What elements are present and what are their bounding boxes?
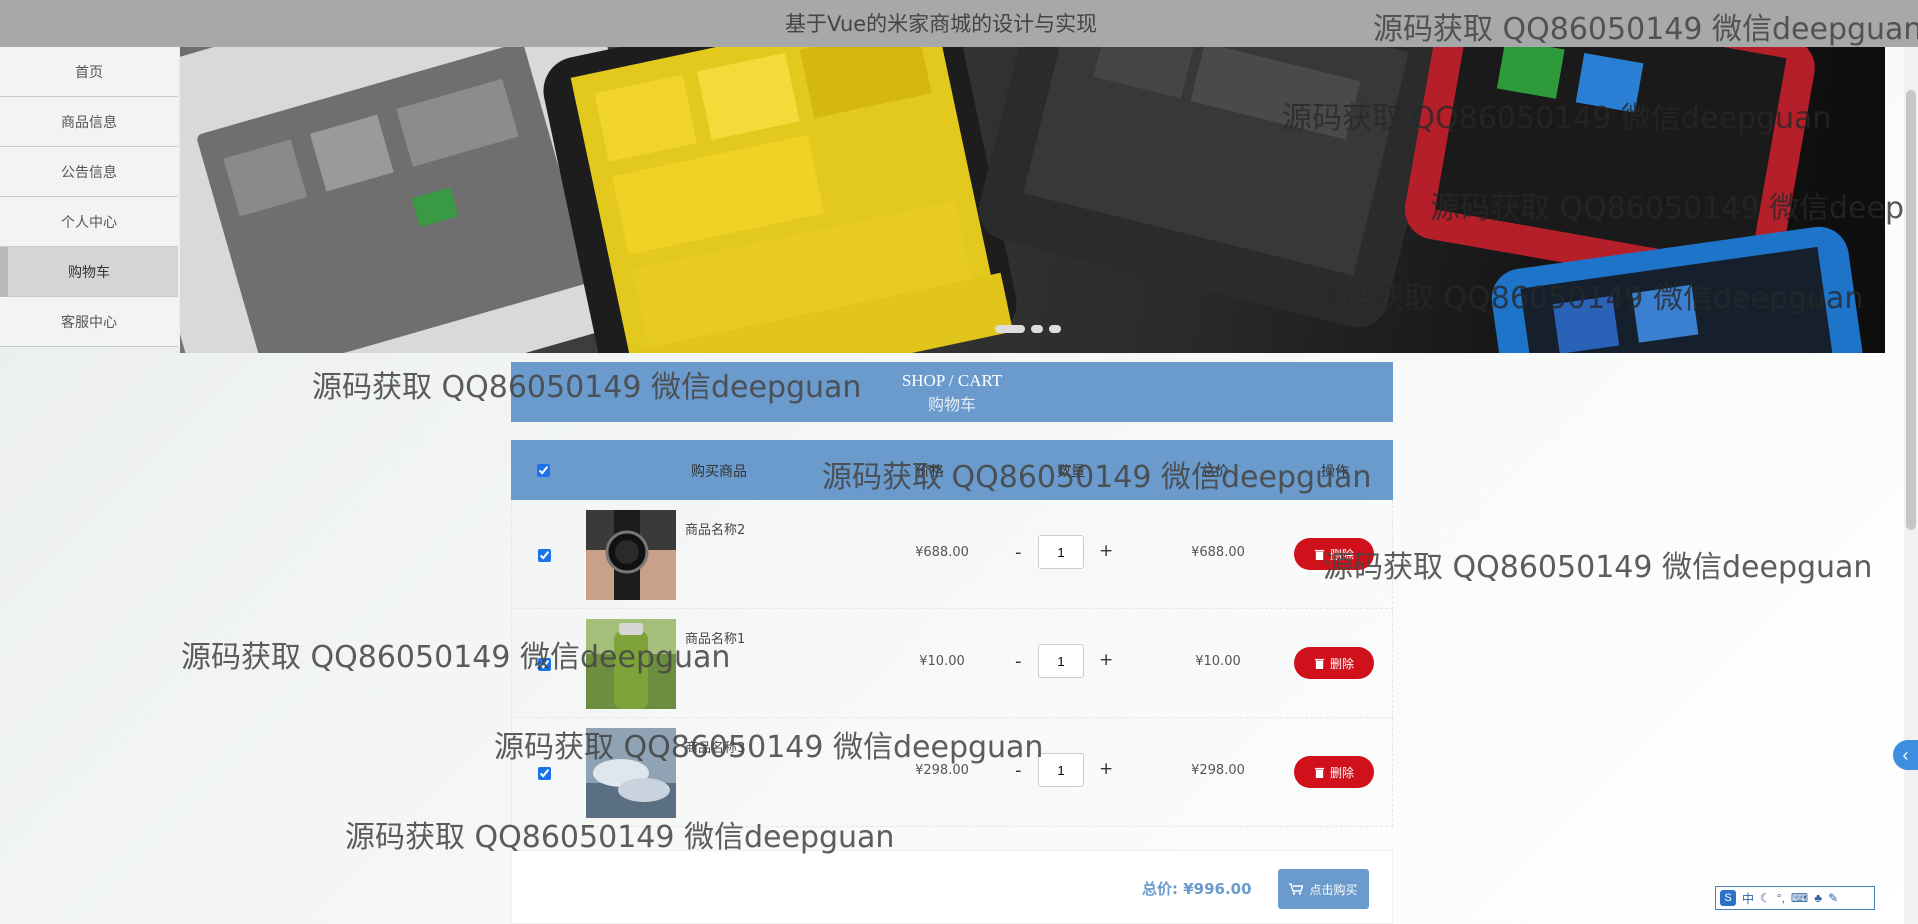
delete-label: 删除: [1329, 547, 1354, 562]
banner-carousel[interactable]: [180, 47, 1885, 353]
banner-image: [180, 47, 1872, 353]
row-checkbox[interactable]: [538, 549, 551, 562]
tool-icon[interactable]: ✎: [1828, 891, 1838, 905]
qty-input[interactable]: [1038, 535, 1084, 569]
scrollbar-thumb[interactable]: [1906, 90, 1916, 530]
row-total: ¥10.00: [1195, 654, 1241, 669]
qty-decrease-button[interactable]: -: [1015, 651, 1022, 672]
section-title-en: SHOP / CART: [901, 371, 1003, 390]
select-all-checkbox[interactable]: [537, 464, 550, 477]
col-total: 总价: [1201, 464, 1229, 480]
sidebar-item-cart[interactable]: 购物车: [0, 247, 178, 297]
qty-decrease-button[interactable]: -: [1015, 760, 1022, 781]
carousel-dot-3[interactable]: [1049, 325, 1061, 333]
delete-label: 删除: [1329, 765, 1354, 780]
product-name[interactable]: 商品名称1: [685, 628, 745, 647]
sidebar-item-announcements[interactable]: 公告信息: [0, 147, 178, 197]
row-total: ¥688.00: [1191, 545, 1245, 560]
section-header: SHOP / CART 购物车: [511, 362, 1393, 422]
cart-table-header: 购买商品 价格 数量 总价 操作: [511, 440, 1393, 500]
sidebar-item-profile[interactable]: 个人中心: [0, 197, 178, 247]
product-name[interactable]: 商品名称3: [685, 737, 745, 756]
cart-row: 商品名称2 ¥688.00 - + ¥688.00 删除: [511, 500, 1393, 609]
qty-increase-button[interactable]: +: [1099, 541, 1113, 561]
watermark: 源码获取 QQ86050149 微信deepguan: [1323, 550, 1873, 585]
delete-button[interactable]: 删除: [1294, 756, 1374, 788]
product-image-bottle[interactable]: [586, 619, 676, 709]
trash-icon: [1314, 767, 1325, 778]
keyboard-icon[interactable]: ⌨: [1791, 891, 1808, 905]
product-image-shoes[interactable]: [586, 728, 676, 818]
site-title: 基于Vue的米家商城的设计与实现: [785, 12, 1098, 36]
section-title-cn: 购物车: [927, 397, 976, 414]
col-quantity: 数量: [1057, 464, 1085, 480]
col-actions: 操作: [1321, 464, 1349, 480]
carousel-indicators: [995, 325, 1061, 333]
delete-button[interactable]: 删除: [1294, 647, 1374, 679]
tile: [1552, 295, 1620, 353]
checkout-button[interactable]: 点击购买: [1278, 869, 1369, 909]
carousel-dot-1[interactable]: [995, 325, 1025, 333]
ime-toolbar[interactable]: S 中 ☾ °, ⌨ ♣ ✎: [1715, 886, 1875, 910]
ime-logo-icon: S: [1720, 890, 1736, 906]
checkout-label: 点击购买: [1309, 882, 1358, 897]
delete-label: 删除: [1329, 656, 1354, 671]
product-name[interactable]: 商品名称2: [685, 519, 745, 538]
tile: [1632, 284, 1699, 343]
sum-label: 总价: ¥996.00: [1142, 878, 1252, 899]
cart-icon: [1289, 883, 1304, 895]
product-image-watch[interactable]: [586, 510, 676, 600]
cart-row: 商品名称1 ¥10.00 - + ¥10.00 删除: [511, 609, 1393, 718]
row-total: ¥298.00: [1191, 763, 1245, 778]
qty-increase-button[interactable]: +: [1099, 759, 1113, 779]
carousel-dot-2[interactable]: [1031, 325, 1043, 333]
sidebar-item-products[interactable]: 商品信息: [0, 97, 178, 147]
moon-icon[interactable]: ☾: [1760, 891, 1771, 905]
sidebar-item-home[interactable]: 首页: [0, 47, 178, 97]
product-price: ¥10.00: [919, 654, 965, 669]
row-checkbox[interactable]: [538, 658, 551, 671]
chevron-left-icon[interactable]: ‹: [1893, 740, 1918, 770]
cart-summary: 总价: ¥996.00 点击购买: [511, 850, 1393, 924]
punctuation-icon[interactable]: °,: [1777, 891, 1785, 905]
skin-icon[interactable]: ♣: [1814, 891, 1822, 905]
sidebar-nav: 首页 商品信息 公告信息 个人中心 购物车 客服中心: [0, 47, 178, 347]
col-price: 价格: [916, 464, 944, 480]
product-price: ¥298.00: [915, 763, 969, 778]
qty-increase-button[interactable]: +: [1099, 650, 1113, 670]
top-header: 基于Vue的米家商城的设计与实现: [0, 0, 1918, 47]
tile: [1575, 53, 1644, 113]
qty-input[interactable]: [1038, 644, 1084, 678]
product-price: ¥688.00: [915, 545, 969, 560]
qty-input[interactable]: [1038, 753, 1084, 787]
trash-icon: [1314, 549, 1325, 560]
sum-value: ¥996.00: [1183, 880, 1252, 898]
delete-button[interactable]: 删除: [1294, 538, 1374, 570]
trash-icon: [1314, 658, 1325, 669]
ime-mode[interactable]: 中: [1742, 890, 1754, 907]
row-checkbox[interactable]: [538, 767, 551, 780]
qty-decrease-button[interactable]: -: [1015, 542, 1022, 563]
col-product: 购买商品: [691, 464, 747, 480]
sidebar-item-support[interactable]: 客服中心: [0, 297, 178, 347]
cart-row: 商品名称3 ¥298.00 - + ¥298.00 删除: [511, 718, 1393, 827]
sum-caption: 总价:: [1142, 880, 1178, 898]
